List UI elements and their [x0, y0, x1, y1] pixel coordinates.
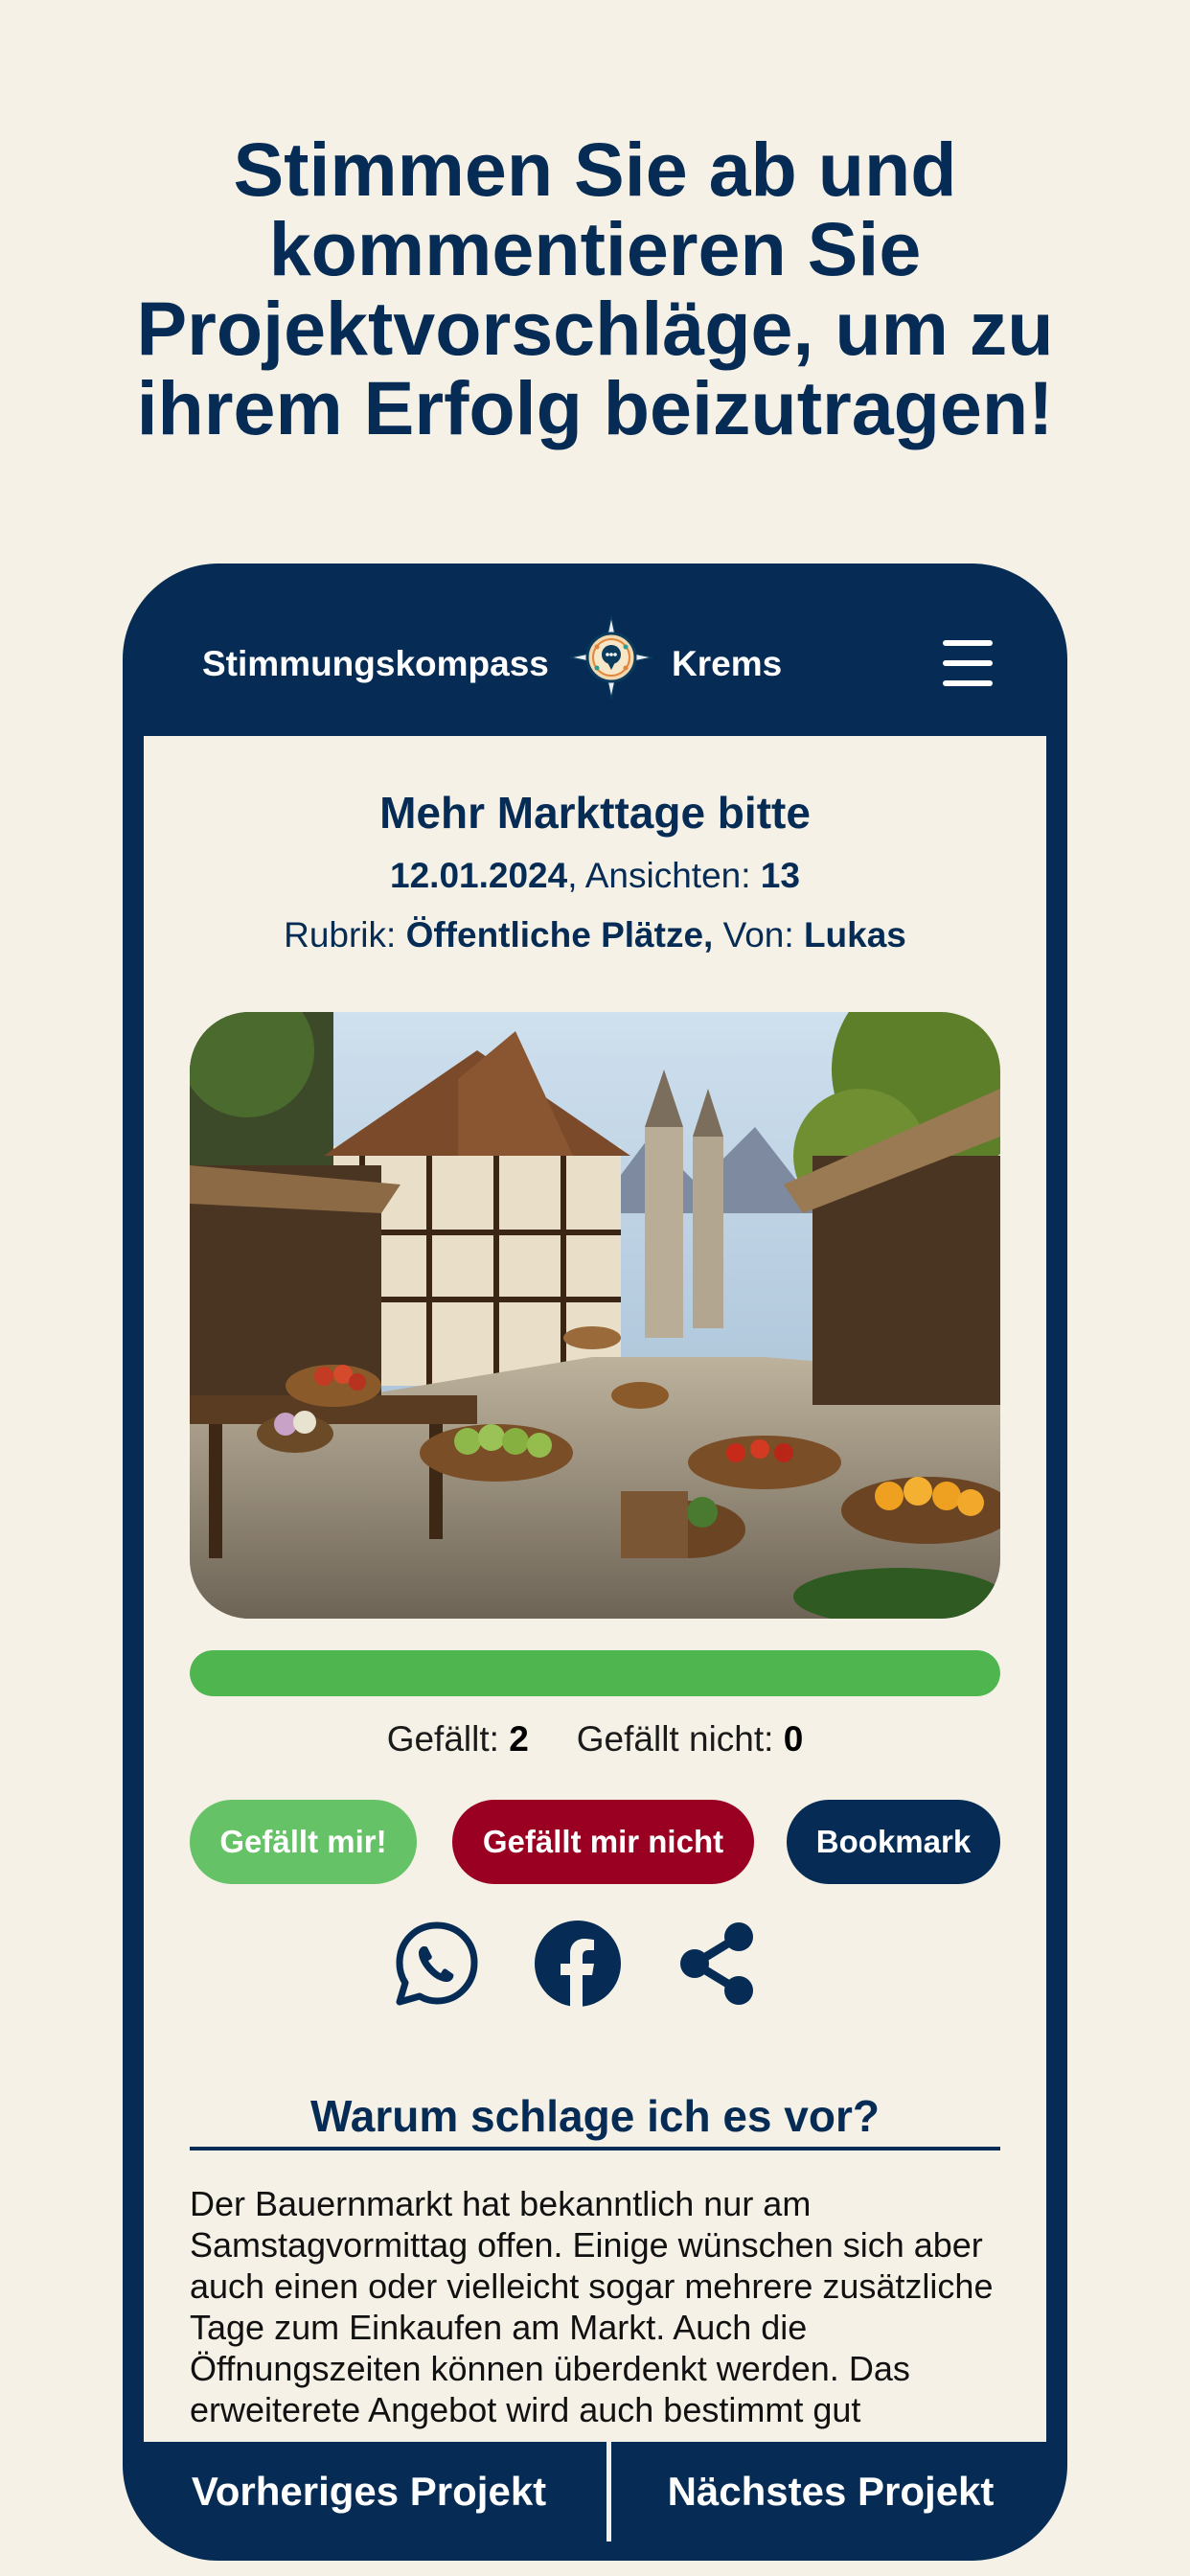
vote-counts: Gefällt: 2 Gefällt nicht: 0: [144, 1715, 1046, 1763]
category-value[interactable]: Öffentliche Plätze,: [406, 915, 714, 954]
author-name[interactable]: Lukas: [804, 915, 906, 954]
reason-text: Der Bauernmarkt hat bekanntlich nur am S…: [190, 2184, 994, 2429]
market-scene-image: [190, 1012, 1000, 1619]
reason-heading: Warum schlage ich es vor?: [190, 2089, 1000, 2150]
like-button[interactable]: Gefällt mir!: [190, 1800, 417, 1884]
dislikes-count: 0: [783, 1719, 804, 1759]
facebook-icon[interactable]: [534, 1920, 622, 2008]
vote-progress-fill: [190, 1650, 1000, 1696]
dislike-button[interactable]: Gefällt mir nicht: [452, 1800, 754, 1884]
project-image: [190, 1012, 1000, 1619]
brand-city[interactable]: Krems: [672, 640, 782, 688]
views-label: , Ansichten:: [567, 856, 761, 895]
project-meta-category: Rubrik: Öffentliche Plätze, Von: Lukas: [144, 911, 1046, 959]
compass-logo-icon[interactable]: [568, 614, 654, 701]
dislikes-label: Gefällt nicht:: [576, 1719, 784, 1759]
likes-count: 2: [509, 1719, 529, 1759]
category-label: Rubrik:: [284, 915, 406, 954]
next-project-button[interactable]: Nächstes Projekt: [596, 2442, 1065, 2542]
views-count: 13: [760, 856, 800, 895]
project-navigation: Vorheriges Projekt Nächstes Projekt: [123, 2442, 1067, 2561]
share-icon[interactable]: [674, 1920, 762, 2008]
whatsapp-icon[interactable]: [393, 1920, 481, 2008]
hamburger-menu-icon[interactable]: [939, 634, 996, 692]
page-headline: Stimmen Sie ab und kommentieren Sie Proj…: [136, 126, 1054, 450]
vote-progress-bar: [190, 1650, 1000, 1696]
phone-frame: Stimmungskompass Krems Mehr Markttage bi…: [123, 564, 1067, 2561]
project-date: 12.01.2024: [390, 856, 568, 895]
app-header: Stimmungskompass Krems: [123, 564, 1067, 736]
project-detail: Mehr Markttage bitte 12.01.2024, Ansicht…: [144, 736, 1046, 2442]
project-meta-date: 12.01.2024, Ansichten: 13: [144, 852, 1046, 900]
previous-project-button[interactable]: Vorheriges Projekt: [134, 2442, 604, 2542]
project-title: Mehr Markttage bitte: [379, 788, 811, 838]
bookmark-button[interactable]: Bookmark: [787, 1800, 1000, 1884]
likes-label: Gefällt:: [386, 1719, 510, 1759]
brand-name[interactable]: Stimmungskompass: [202, 640, 549, 688]
author-label: Von:: [713, 915, 804, 954]
